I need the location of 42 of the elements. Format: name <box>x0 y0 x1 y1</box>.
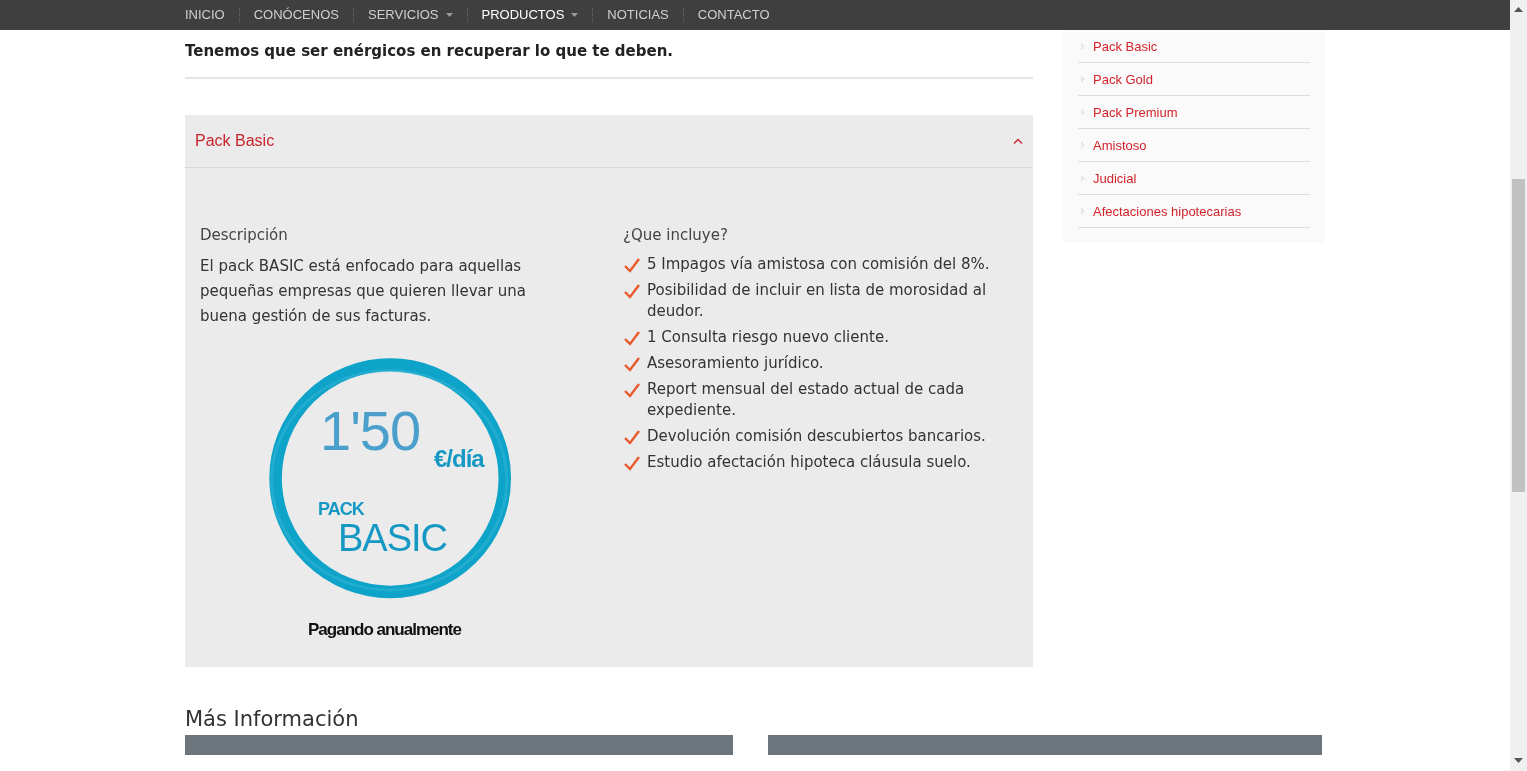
check-icon <box>623 382 641 398</box>
feature-text: Estudio afectación hipoteca cláusula suelo. <box>647 452 971 473</box>
sidebar-link[interactable]: Afectaciones hipotecarias <box>1078 195 1310 228</box>
nav-link[interactable]: NOTICIAS <box>592 8 683 22</box>
scrollbar[interactable] <box>1510 0 1527 771</box>
nav-link[interactable]: SERVICIOS <box>352 8 467 22</box>
sidebar-link[interactable]: Pack Gold <box>1078 63 1310 96</box>
check-icon <box>623 429 641 445</box>
section-heading: Más Información <box>185 707 360 731</box>
price-text: 1'50 <box>320 403 421 459</box>
check-icon <box>623 330 641 346</box>
feature-text: Posibilidad de incluir en lista de morosidad al deudor. <box>647 280 988 322</box>
pack-text: PACK <box>318 500 364 518</box>
section-title: Descripción <box>200 226 289 244</box>
scroll-down-icon[interactable] <box>1514 758 1523 763</box>
check-icon <box>623 455 641 471</box>
unit-text: €/día <box>434 447 484 471</box>
feature-text: Devolución comisión descubiertos bancarios. <box>647 426 986 447</box>
feature-text: Asesoramiento jurídico. <box>647 353 824 374</box>
chevron-icon <box>1013 138 1023 144</box>
feature-text: 5 Impagos vía amistosa con comisión del 8%. <box>647 254 990 275</box>
nav-link[interactable]: INICIO <box>185 8 239 22</box>
section-title: ¿Que incluye? <box>623 226 729 244</box>
scroll-up-icon[interactable] <box>1514 7 1523 12</box>
description-text: El pack BASIC está enfocado para aquellas pequeñas empresas que quieren llevar una buena gestión de sus facturas. <box>200 256 527 327</box>
billing-note: Pagando anualmente <box>308 621 461 638</box>
pack-name-text: BASIC <box>338 519 448 557</box>
headline: Tenemos que ser enérgicos en recuperar lo que te deben. <box>185 42 1033 79</box>
scroll-thumb[interactable] <box>1512 179 1525 492</box>
check-icon <box>623 257 641 273</box>
sidebar-link[interactable]: Pack Premium <box>1078 96 1310 129</box>
feature-text: Report mensual del estado actual de cada expediente. <box>647 379 966 421</box>
check-icon <box>623 283 641 299</box>
sidebar-link[interactable]: Judicial <box>1078 162 1310 195</box>
nav-link[interactable]: CONTACTO <box>682 8 784 22</box>
sidebar-link[interactable]: Pack Basic <box>1078 30 1310 63</box>
nav-link[interactable]: PRODUCTOS <box>466 8 593 22</box>
nav-link[interactable]: CONÓCENOS <box>238 8 353 22</box>
accordion-header[interactable]: Pack Basic <box>185 115 1033 168</box>
check-icon <box>623 356 641 372</box>
sidebar-link[interactable]: Amistoso <box>1078 129 1310 162</box>
feature-text: 1 Consulta riesgo nuevo cliente. <box>647 327 889 348</box>
